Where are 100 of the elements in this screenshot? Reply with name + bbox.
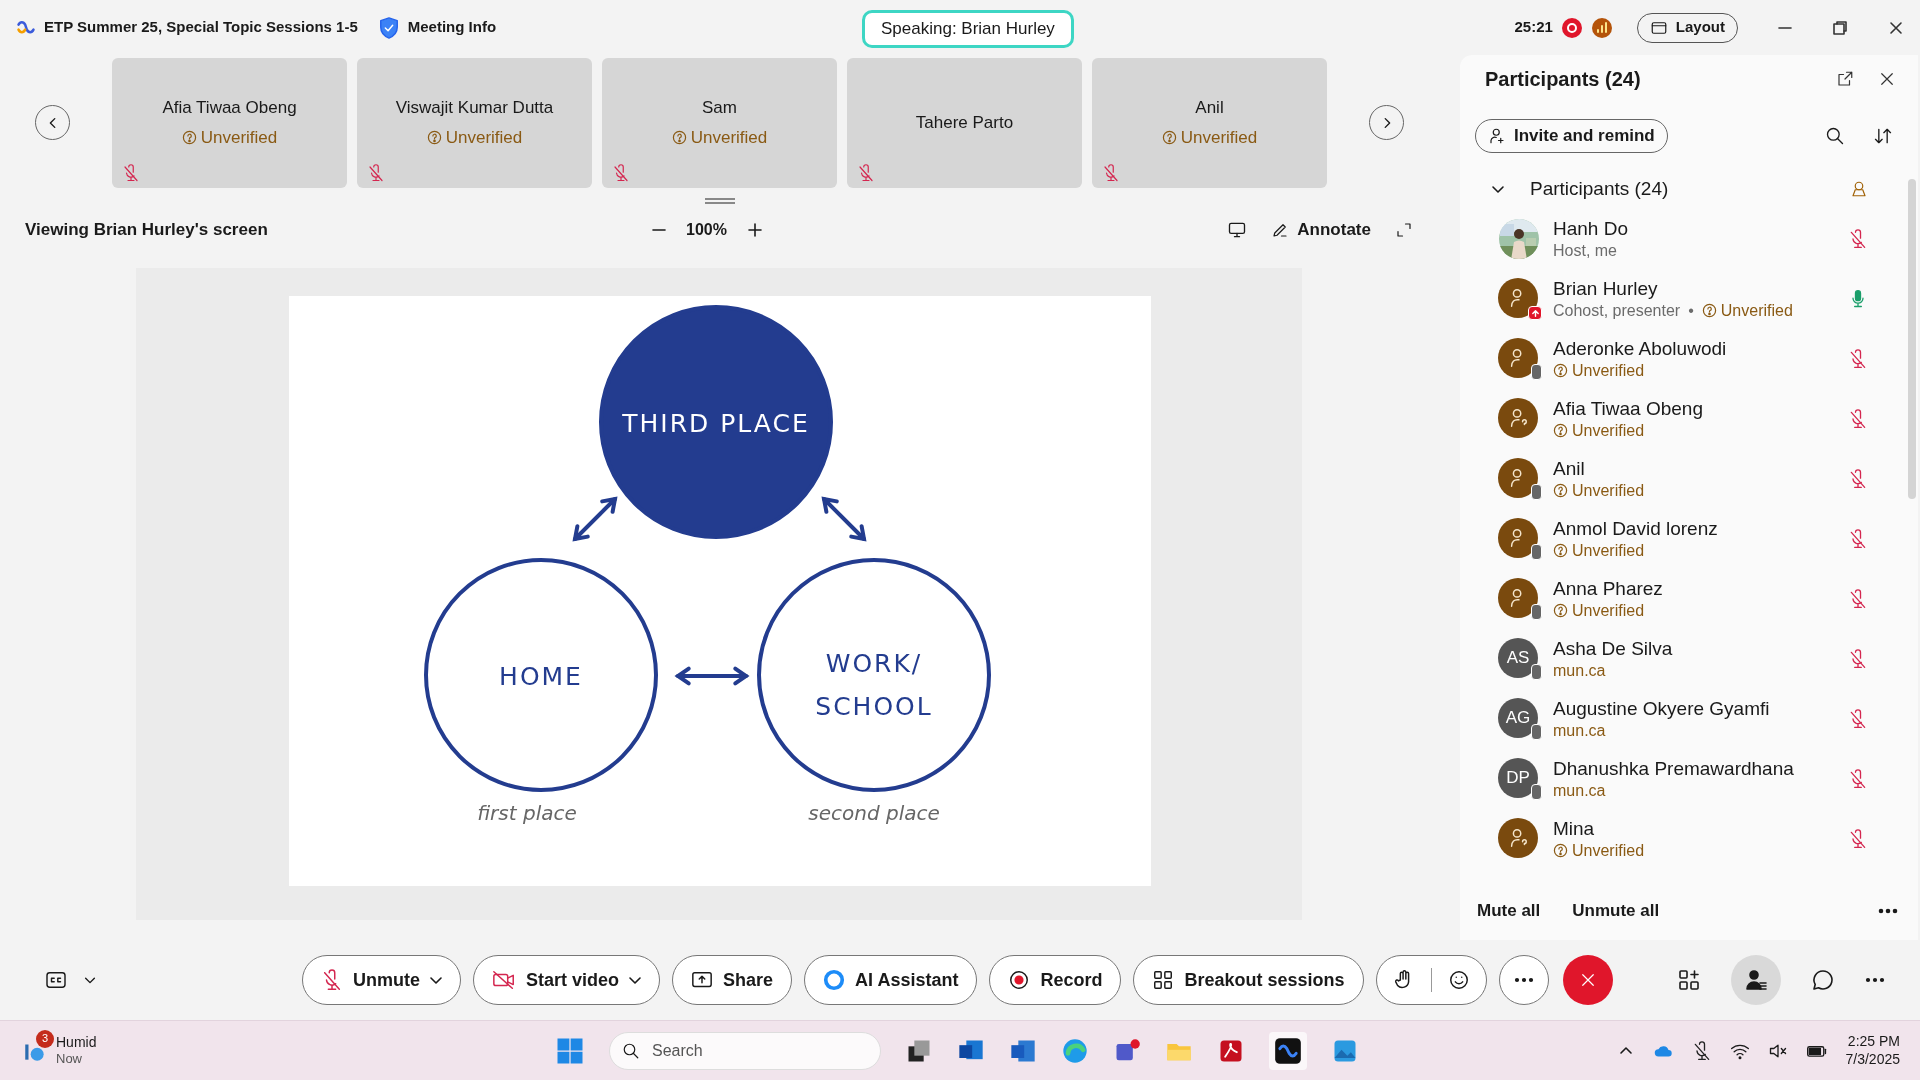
participant-row[interactable]: Afia Tiwaa Obeng Unverified [1460, 389, 1908, 449]
participant-row[interactable]: Anmol David lorenz Unverified [1460, 509, 1908, 569]
question-icon [1553, 843, 1568, 859]
question-icon [426, 129, 442, 145]
participant-name: Anil [1195, 97, 1224, 119]
breakout-button[interactable]: Breakout sessions [1133, 955, 1364, 1005]
browser-icon [1061, 1036, 1089, 1065]
mic-muted-icon [321, 969, 343, 991]
speaking-indicator: Speaking: Brian Hurley [862, 10, 1074, 48]
more-icon [1513, 977, 1534, 983]
question-icon [1553, 603, 1568, 619]
participant-tile[interactable]: Viswajit Kumar Dutta Unverified [357, 57, 592, 188]
verification-status: Unverified [1572, 840, 1645, 861]
question-icon [1553, 543, 1568, 559]
leave-meeting-button[interactable] [1562, 955, 1613, 1005]
question-icon [1553, 363, 1568, 379]
ai-button[interactable]: AI Assistant [804, 955, 978, 1005]
participant-row[interactable]: Brian Hurley Cohost, presenter • Unverified [1460, 269, 1908, 329]
participant-row[interactable]: DP Dhanushka Premawardhana mun.ca [1460, 749, 1908, 809]
participant-name: Aderonke Aboluwodi [1553, 337, 1727, 361]
verification-status: Unverified [200, 126, 278, 149]
mic-muted-icon [612, 163, 630, 182]
circle-caption: second place [808, 801, 940, 825]
participant-row[interactable]: Mina Unverified [1460, 809, 1908, 869]
mute-all-button[interactable]: Mute all [1477, 898, 1541, 924]
participants-icon [1744, 968, 1768, 992]
weather-time: Now [56, 1051, 83, 1068]
participant-domain: mun.ca [1553, 780, 1606, 801]
participant-tile[interactable]: Sam Unverified [602, 57, 837, 188]
verification-status: Unverified [1720, 300, 1793, 321]
monitor-icon [1227, 220, 1248, 240]
separator: • [1688, 300, 1694, 321]
participant-row[interactable]: Anil Unverified [1460, 449, 1908, 509]
participants-button[interactable] [1731, 955, 1781, 1005]
shield-icon [377, 15, 400, 40]
verification-status: Unverified [1180, 126, 1258, 149]
question-icon [181, 129, 197, 145]
participant-name: Anil [1553, 457, 1586, 481]
share-button[interactable]: Share [672, 955, 793, 1005]
more-button[interactable] [1498, 955, 1549, 1005]
participant-domain: mun.ca [1553, 720, 1606, 741]
verification-status: Unverified [1572, 360, 1645, 381]
more-icon [1865, 977, 1885, 983]
participant-row[interactable]: AS Asha De Silva mun.ca [1460, 629, 1908, 689]
participant-tile[interactable]: Afia Tiwaa Obeng Unverified [112, 57, 347, 188]
presenter-icon [1850, 180, 1868, 198]
add-person-icon [1488, 127, 1506, 145]
meeting-title: ETP Summer 25, Special Topic Sessions 1-5 [44, 17, 358, 38]
recording-icon [1560, 16, 1583, 39]
participant-row[interactable]: AG Augustine Okyere Gyamfi mun.ca [1460, 689, 1908, 749]
emoji-icon [1447, 969, 1470, 991]
participants-section-header[interactable]: Participants (24) [1530, 174, 1669, 204]
record-icon [1008, 969, 1031, 991]
video-button[interactable]: Start video [473, 955, 661, 1005]
captions-icon [45, 971, 67, 989]
participant-name: Tahere Parto [915, 111, 1014, 134]
mic-muted-icon [122, 163, 140, 182]
video-off-icon [492, 969, 516, 991]
viewing-label: Viewing Brian Hurley's screen [25, 219, 268, 242]
popout-icon [1836, 70, 1854, 88]
record-button[interactable]: Record [989, 955, 1122, 1005]
apps-icon [1677, 968, 1701, 992]
search-icon [622, 1041, 640, 1060]
search-field[interactable]: Search [609, 1031, 881, 1070]
verification-status: Unverified [1572, 480, 1645, 501]
scrollbar[interactable] [1908, 179, 1916, 499]
circle-label: HOME [499, 662, 583, 691]
circle-label: WORK/ [825, 649, 923, 678]
unmute-all-button[interactable]: Unmute all [1572, 898, 1660, 924]
clock-time: 2:25 PM [1847, 1033, 1900, 1051]
zoom-in-icon [746, 222, 763, 238]
meeting-info-button[interactable]: Meeting Info [377, 15, 497, 40]
participant-row[interactable]: Anna Pharez Unverified [1460, 569, 1908, 629]
question-icon [1553, 483, 1568, 499]
more-icon [1878, 908, 1898, 914]
question-icon [671, 129, 687, 145]
participant-name: Mina [1553, 817, 1596, 841]
participant-row[interactable]: Hanh Do Host, me [1460, 209, 1908, 269]
circle-label: THIRD PLACE [622, 409, 810, 438]
circle-label: SCHOOL [815, 692, 933, 721]
annotate-button[interactable]: Annotate [1271, 217, 1371, 243]
participant-row[interactable]: Aderonke Aboluwodi Unverified [1460, 329, 1908, 389]
sort-icon [1873, 126, 1893, 146]
reactions-button[interactable] [1375, 955, 1487, 1005]
signal-icon [1590, 16, 1613, 39]
minimize-icon [1778, 26, 1792, 29]
participant-tile[interactable]: Anil Unverified [1092, 57, 1327, 188]
verification-status: Unverified [1572, 540, 1645, 561]
participant-name: Afia Tiwaa Obeng [1553, 397, 1703, 421]
close-icon [1888, 19, 1904, 36]
participant-name: Afia Tiwaa Obeng [162, 97, 297, 119]
mic-muted-icon [1102, 163, 1120, 182]
resize-handle[interactable] [705, 198, 735, 204]
avatar: AS [1498, 638, 1538, 678]
search-icon [1825, 126, 1845, 146]
participant-name: Hanh Do [1553, 217, 1628, 241]
participant-tile[interactable]: Tahere Parto [847, 57, 1082, 188]
unmute-button[interactable]: Unmute [302, 955, 461, 1005]
participant-name: Augustine Okyere Gyamfi [1553, 697, 1770, 721]
participant-name: Asha De Silva [1553, 637, 1673, 661]
